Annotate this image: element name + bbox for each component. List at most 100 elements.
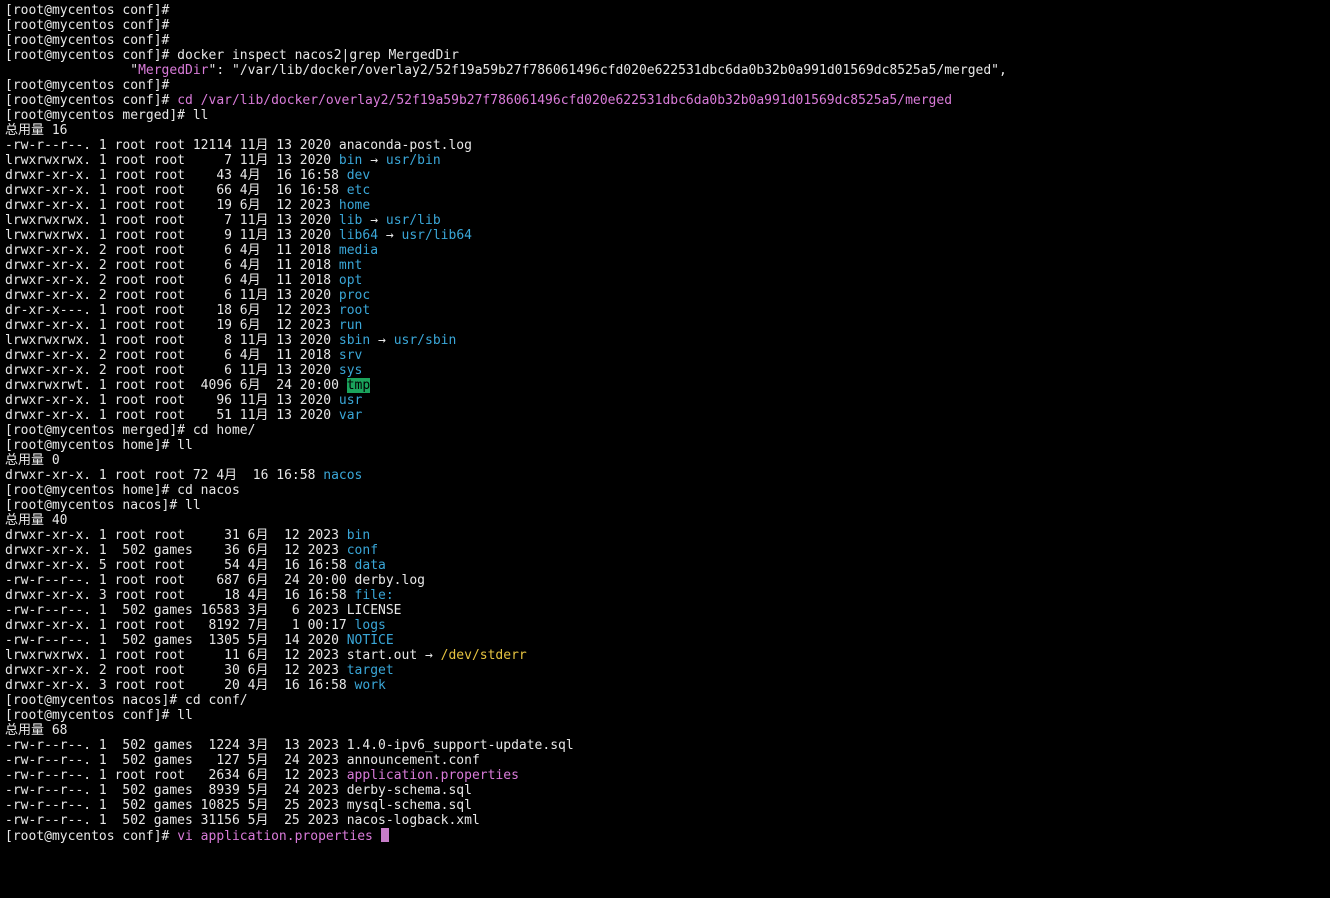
terminal-line: lrwxrwxrwx. 1 root root 7 11月 13 2020 li… [5,213,1007,228]
terminal-text: ": "/var/lib/docker/overlay2/52f19a59b27… [208,63,1007,78]
terminal-text: conf [346,543,379,558]
terminal-text: -rw-r--r--. 1 502 games 8939 5月 24 2023 … [5,783,472,798]
terminal-text: drwxr-xr-x. 1 root root 19 6月 12 2023 [5,318,339,333]
terminal-line: drwxr-xr-x. 2 root root 6 4月 11 2018 srv [5,348,1007,363]
terminal-text: 总用量 0 [5,453,60,468]
terminal-text: media [338,243,379,258]
terminal-text: lrwxrwxrwx. 1 root root 7 11月 13 2020 [5,213,339,228]
terminal-text: drwxr-xr-x. 2 root root 6 11月 13 2020 [5,288,339,303]
terminal-line: "MergedDir": "/var/lib/docker/overlay2/5… [5,63,1007,78]
terminal-text: → [378,228,402,243]
terminal-text: mnt [338,258,363,273]
terminal-line: drwxr-xr-x. 2 root root 6 11月 13 2020 pr… [5,288,1007,303]
terminal-text: tmp [346,378,371,393]
terminal-text: /dev/stderr [440,648,527,663]
terminal-line: drwxr-xr-x. 1 root root 51 11月 13 2020 v… [5,408,1007,423]
terminal-text: work [354,678,386,693]
terminal-line: drwxrwxrwt. 1 root root 4096 6月 24 20:00… [5,378,1007,393]
terminal-line: drwxr-xr-x. 1 502 games 36 6月 12 2023 co… [5,543,1007,558]
terminal-line: drwxr-xr-x. 1 root root 96 11月 13 2020 u… [5,393,1007,408]
terminal-text: -rw-r--r--. 1 502 games 1305 5月 14 2020 [5,633,347,648]
terminal-window[interactable]: [root@mycentos conf]# [root@mycentos conf… [0,0,1330,898]
terminal-text: [root@mycentos home]# ll [5,438,193,453]
terminal-text: 总用量 40 [5,513,68,528]
terminal-text: file: [354,588,394,603]
terminal-line: lrwxrwxrwx. 1 root root 11 6月 12 2023 st… [5,648,1007,663]
terminal-line: -rw-r--r--. 1 root root 2634 6月 12 2023 … [5,768,1007,783]
terminal-line: [root@mycentos nacos]# cd conf/ [5,693,1007,708]
terminal-text: [root@mycentos conf]# [5,829,178,844]
terminal-text: drwxr-xr-x. 2 root root 6 4月 11 2018 [5,258,339,273]
terminal-text: [root@mycentos conf]# [5,93,178,108]
terminal-text: lib [338,213,363,228]
terminal-text: -rw-r--r--. 1 502 games 127 5月 24 2023 a… [5,753,480,768]
terminal-line: drwxr-xr-x. 2 root root 6 4月 11 2018 opt [5,273,1007,288]
terminal-text: -rw-r--r--. 1 root root 12114 11月 13 202… [5,138,472,153]
terminal-line: [root@mycentos home]# cd nacos [5,483,1007,498]
terminal-text: vi application.properties [177,829,373,844]
terminal-text: drwxr-xr-x. 1 root root 72 4月 16 16:58 [5,468,324,483]
terminal-text: NOTICE [346,633,394,648]
terminal-text: [root@mycentos conf]# docker inspect nac… [5,48,459,63]
terminal-text: -rw-r--r--. 1 502 games 1224 3月 13 2023 … [5,738,574,753]
terminal-line: -rw-r--r--. 1 502 games 10825 5月 25 2023… [5,798,1007,813]
terminal-text: [root@mycentos home]# cd nacos [5,483,240,498]
terminal-text: [root@mycentos conf]# [5,78,170,93]
terminal-text: bin [346,528,371,543]
terminal-text: usr/sbin [393,333,457,348]
terminal-line: 总用量 68 [5,723,1007,738]
terminal-line: drwxr-xr-x. 1 root root 66 4月 16 16:58 e… [5,183,1007,198]
terminal-line: lrwxrwxrwx. 1 root root 7 11月 13 2020 bi… [5,153,1007,168]
terminal-text: [root@mycentos conf]# [5,3,170,18]
terminal-line: -rw-r--r--. 1 root root 12114 11月 13 202… [5,138,1007,153]
terminal-text: proc [338,288,371,303]
terminal-line: [root@mycentos conf]# [5,3,1007,18]
terminal-text: data [354,558,386,573]
terminal-line: 总用量 40 [5,513,1007,528]
terminal-text: application.properties [346,768,519,783]
terminal-text: [root@mycentos conf]# [5,33,170,48]
terminal-text: drwxr-xr-x. 2 root root 6 4月 11 2018 [5,273,339,288]
terminal-line: -rw-r--r--. 1 502 games 31156 5月 25 2023… [5,813,1007,828]
terminal-line: [root@mycentos home]# ll [5,438,1007,453]
terminal-line: drwxr-xr-x. 1 root root 19 6月 12 2023 ru… [5,318,1007,333]
terminal-line: [root@mycentos conf]# [5,33,1007,48]
terminal-line: dr-xr-x---. 1 root root 18 6月 12 2023 ro… [5,303,1007,318]
terminal-text: drwxr-xr-x. 1 root root 96 11月 13 2020 [5,393,339,408]
terminal-line: -rw-r--r--. 1 502 games 8939 5月 24 2023 … [5,783,1007,798]
terminal-text: [root@mycentos nacos]# cd conf/ [5,693,248,708]
terminal-text: 总用量 68 [5,723,68,738]
terminal-line: [root@mycentos conf]# vi application.pro… [5,828,1007,844]
terminal-text: drwxr-xr-x. 1 root root 19 6月 12 2023 [5,198,339,213]
terminal-line: drwxr-xr-x. 1 root root 72 4月 16 16:58 n… [5,468,1007,483]
terminal-text: -rw-r--r--. 1 502 games 10825 5月 25 2023… [5,798,472,813]
terminal-text: home [338,198,371,213]
terminal-line: lrwxrwxrwx. 1 root root 9 11月 13 2020 li… [5,228,1007,243]
terminal-line: -rw-r--r--. 1 root root 687 6月 24 20:00 … [5,573,1007,588]
terminal-text: -rw-r--r--. 1 502 games 31156 5月 25 2023… [5,813,480,828]
terminal-text: " [5,63,139,78]
terminal-text: -rw-r--r--. 1 root root 687 6月 24 20:00 … [5,573,425,588]
terminal-text: usr/lib64 [401,228,472,243]
terminal-text: drwxr-xr-x. 1 root root 43 4月 16 16:58 [5,168,347,183]
terminal-line: drwxr-xr-x. 3 root root 20 4月 16 16:58 w… [5,678,1007,693]
terminal-text: usr/lib [385,213,441,228]
terminal-text: drwxr-xr-x. 2 root root 6 11月 13 2020 [5,363,339,378]
terminal-text: etc [346,183,371,198]
terminal-text: → [370,333,394,348]
terminal-text: → [362,213,386,228]
terminal-text: [root@mycentos conf]# ll [5,708,193,723]
terminal-line: drwxr-xr-x. 3 root root 18 4月 16 16:58 f… [5,588,1007,603]
terminal-text: srv [338,348,363,363]
terminal-line: 总用量 16 [5,123,1007,138]
terminal-line: drwxr-xr-x. 5 root root 54 4月 16 16:58 d… [5,558,1007,573]
terminal-line: drwxr-xr-x. 2 root root 6 4月 11 2018 med… [5,243,1007,258]
terminal-text: run [338,318,363,333]
terminal-line: 总用量 0 [5,453,1007,468]
terminal-text: drwxr-xr-x. 1 root root 66 4月 16 16:58 [5,183,347,198]
terminal-text: sys [338,363,363,378]
terminal-text: [root@mycentos merged]# ll [5,108,209,123]
terminal-text: dev [346,168,371,183]
terminal-text: -rw-r--r--. 1 502 games 16583 3月 6 2023 … [5,603,402,618]
terminal-text: cd /var/lib/docker/overlay2/52f19a59b27f… [177,93,953,108]
